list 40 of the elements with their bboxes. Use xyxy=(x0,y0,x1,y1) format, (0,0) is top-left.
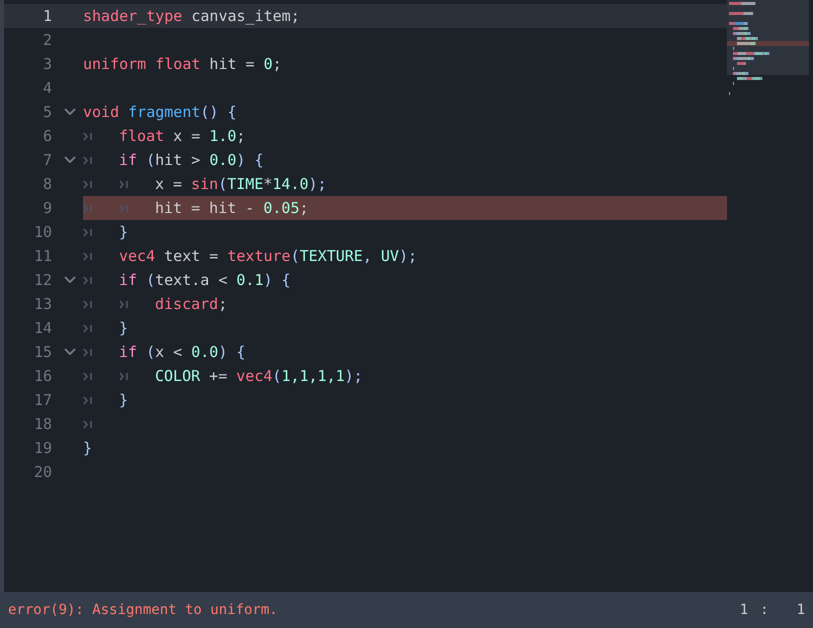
position-separator: : xyxy=(760,602,769,618)
line-number: 11 xyxy=(32,246,52,267)
line-number: 20 xyxy=(32,462,52,483)
line-number: 18 xyxy=(32,414,52,435)
code-line: if (text.a < 0.1) { xyxy=(119,270,291,291)
cursor-line: 1 xyxy=(740,602,748,618)
code-line: if (hit > 0.0) { xyxy=(119,150,264,171)
line-number: 19 xyxy=(32,438,52,459)
line-number: 4 xyxy=(42,78,52,99)
line-number: 7 xyxy=(42,150,52,171)
code-line: hit = hit - 0.05; xyxy=(155,198,309,219)
line-number: 1 xyxy=(42,6,52,27)
line-number: 5 xyxy=(42,102,52,123)
line-number: 15 xyxy=(32,342,52,363)
line-number: 17 xyxy=(32,390,52,411)
cursor-column: 1 xyxy=(796,602,805,618)
code-line: x = sin(TIME*14.0); xyxy=(155,174,327,195)
line-number: 14 xyxy=(32,318,52,339)
line-number: 12 xyxy=(32,270,52,291)
code-line: shader_type canvas_item; xyxy=(83,6,300,27)
code-line: void fragment() { xyxy=(83,102,237,123)
code-line: float x = 1.0; xyxy=(119,126,246,147)
code-line: uniform float hit = 0; xyxy=(83,54,282,75)
code-line: } xyxy=(119,390,128,411)
line-number: 2 xyxy=(42,30,52,51)
line-number: 3 xyxy=(42,54,52,75)
code-line: } xyxy=(119,222,128,243)
code-line: if (x < 0.0) { xyxy=(119,342,246,363)
code-line: } xyxy=(119,318,128,339)
line-number: 10 xyxy=(32,222,52,243)
code-line: vec4 text = texture(TEXTURE, UV); xyxy=(119,246,418,267)
code-line: } xyxy=(83,438,92,459)
line-number: 13 xyxy=(32,294,52,315)
line-number: 6 xyxy=(42,126,52,147)
line-number: 8 xyxy=(42,174,52,195)
line-number: 9 xyxy=(42,198,52,219)
error-message: error(9): Assignment to uniform. xyxy=(8,602,279,618)
code-line: COLOR += vec4(1,1,1,1); xyxy=(155,366,363,387)
code-line: discard; xyxy=(155,294,228,315)
line-number: 16 xyxy=(32,366,52,387)
